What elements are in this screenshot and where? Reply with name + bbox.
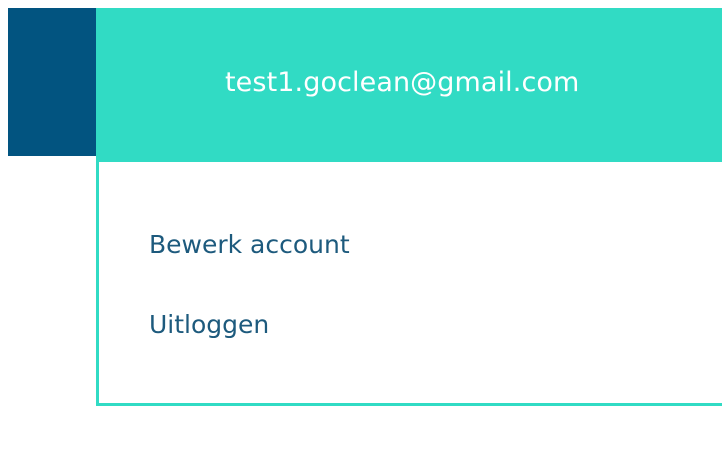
- edit-account-link[interactable]: Bewerk account: [149, 230, 350, 259]
- user-email: test1.goclean@gmail.com: [225, 66, 580, 98]
- dropdown-menu: Bewerk account Uitloggen: [96, 162, 722, 406]
- logout-link[interactable]: Uitloggen: [149, 310, 269, 339]
- account-dropdown-screen: test1.goclean@gmail.com Bewerk account U…: [0, 0, 722, 450]
- account-dropdown: test1.goclean@gmail.com Bewerk account U…: [96, 8, 722, 406]
- navbar-account-tab[interactable]: [8, 8, 97, 156]
- dropdown-header: test1.goclean@gmail.com: [96, 8, 722, 162]
